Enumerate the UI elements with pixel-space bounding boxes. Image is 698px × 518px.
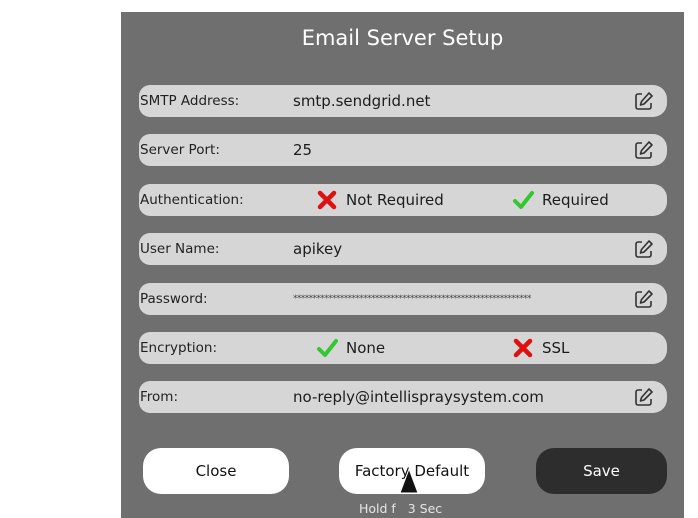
dialog-title: Email Server Setup [301,26,504,50]
user-name-value: apikey [293,240,343,258]
x-icon [513,338,533,358]
smtp-address-label: SMTP Address: [140,93,240,109]
from-value: no-reply@intellispraysystem.com [293,388,544,406]
x-icon [317,190,337,210]
auth-not-required-label: Not Required [346,191,444,209]
encryption-none-option[interactable]: None [316,337,385,359]
encryption-none-label: None [346,339,386,357]
password-label: Password: [140,291,208,307]
user-name-label: User Name: [140,241,220,257]
edit-icon[interactable] [633,288,655,310]
from-label: From: [140,389,178,405]
smtp-address-value: smtp.sendgrid.net [293,92,431,110]
auth-required-label: Required [542,191,609,209]
encryption-ssl-option[interactable]: SSL [512,337,569,359]
edit-icon[interactable] [633,90,655,112]
email-server-setup-dialog: Email Server Setup SMTP Address: smtp.se… [121,12,684,518]
password-row[interactable]: Password: ******************************… [139,283,667,315]
encryption-row: Encryption: None SSL [139,332,667,364]
authentication-label: Authentication: [140,192,244,208]
server-port-row[interactable]: Server Port: 25 [139,134,667,166]
encryption-label: Encryption: [140,340,218,356]
user-name-row[interactable]: User Name: apikey [139,233,667,265]
smtp-address-row[interactable]: SMTP Address: smtp.sendgrid.net [139,85,667,117]
password-value: ****************************************… [293,294,532,304]
check-icon [513,191,534,209]
close-button[interactable]: Close [143,448,289,494]
auth-required-option[interactable]: Required [512,189,609,211]
cursor-arrow-icon [399,468,419,494]
edit-icon[interactable] [633,139,655,161]
from-row[interactable]: From: no-reply@intellispraysystem.com [139,381,667,413]
save-button[interactable]: Save [536,448,667,494]
authentication-row: Authentication: Not Required Required [139,184,667,216]
hold-hint: Hold f 3 Sec [359,501,443,516]
edit-icon[interactable] [633,386,655,408]
auth-not-required-option[interactable]: Not Required [316,189,444,211]
server-port-value: 25 [293,141,313,159]
server-port-label: Server Port: [140,142,220,158]
edit-icon[interactable] [633,238,655,260]
check-icon [317,339,338,357]
encryption-ssl-label: SSL [542,339,570,357]
